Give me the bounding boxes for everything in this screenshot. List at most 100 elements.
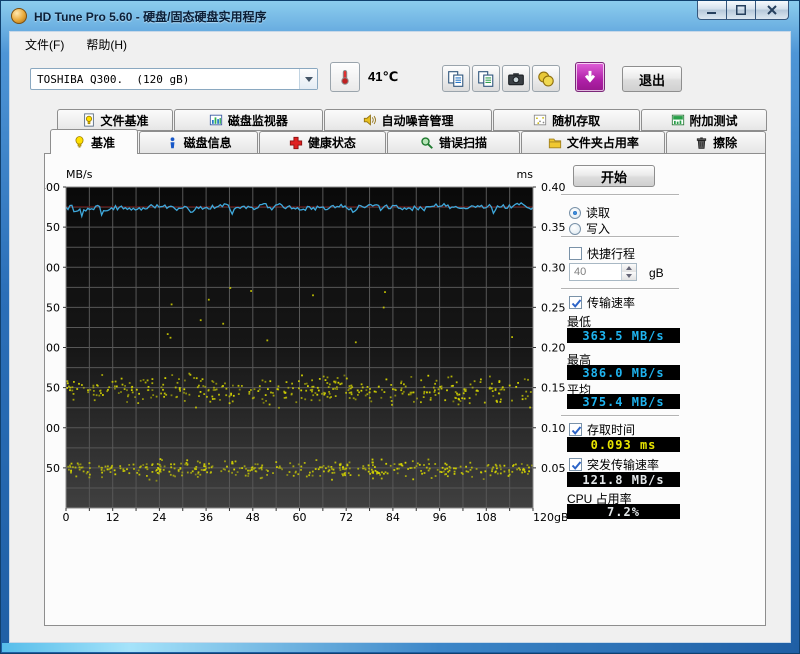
access-time-dot xyxy=(528,470,530,473)
access-time-dot xyxy=(336,377,339,379)
access-time-dot xyxy=(247,475,250,477)
access-time-dot xyxy=(518,467,520,470)
spinner-down-button[interactable] xyxy=(622,272,636,280)
access-time-dot xyxy=(95,394,98,397)
spinner-up-button[interactable] xyxy=(622,264,636,272)
combo-dropdown-button[interactable] xyxy=(299,69,317,89)
access-time-dot xyxy=(220,470,223,473)
access-time-dot xyxy=(212,381,215,383)
download-button[interactable] xyxy=(575,62,605,92)
short-stroke-size-spinner[interactable]: 40 xyxy=(569,263,637,281)
access-time-dot xyxy=(278,406,280,409)
titlebar[interactable]: HD Tune Pro 5.60 - 硬盘/固态硬盘实用程序 xyxy=(1,1,799,31)
access-time-checkbox[interactable]: 存取时间 xyxy=(569,421,635,438)
x-tick-label: 12 xyxy=(106,511,120,524)
access-time-dot xyxy=(318,378,321,380)
tab-aam[interactable]: 自动噪音管理 xyxy=(323,109,493,131)
access-time-dot xyxy=(527,473,529,475)
access-time-dot xyxy=(423,390,426,393)
start-button[interactable]: 开始 xyxy=(573,165,655,187)
access-time-dot xyxy=(404,385,407,388)
copy-text-button[interactable] xyxy=(442,65,470,92)
read-radio[interactable]: 读取 xyxy=(569,204,610,221)
copy-image-button[interactable] xyxy=(472,65,500,92)
access-time-dot xyxy=(381,388,383,391)
access-time-dot xyxy=(346,464,349,467)
access-time-dot xyxy=(468,397,471,399)
access-time-dot xyxy=(483,401,486,404)
access-time-dot xyxy=(183,388,186,391)
access-time-dot xyxy=(72,393,75,395)
avg-value: 375.4 MB/s xyxy=(567,394,680,409)
access-time-dot xyxy=(126,468,128,471)
tab-erase[interactable]: 擦除 xyxy=(666,131,766,154)
tab-random-access[interactable]: 随机存取 xyxy=(493,109,641,131)
access-time-dot xyxy=(170,466,173,469)
save-button[interactable] xyxy=(532,65,560,92)
temperature-button[interactable] xyxy=(330,62,360,92)
access-time-dot xyxy=(226,465,228,468)
access-time-dot xyxy=(423,392,425,395)
access-time-dot xyxy=(412,391,415,394)
exit-button[interactable]: 退出 xyxy=(622,66,682,92)
access-time-dot xyxy=(420,470,422,472)
menu-file[interactable]: 文件(F) xyxy=(14,32,75,57)
tab-error-scan[interactable]: 错误扫描 xyxy=(386,131,521,154)
access-time-dot xyxy=(222,322,225,325)
tab-disk-info[interactable]: 磁盘信息 xyxy=(139,131,259,154)
tab-health[interactable]: 健康状态 xyxy=(259,131,386,154)
minimize-button[interactable] xyxy=(697,1,727,20)
disk-monitor-icon xyxy=(209,114,222,126)
access-time-dot xyxy=(471,475,473,478)
access-time-dot xyxy=(215,388,218,391)
tab-folder-usage[interactable]: 文件夹占用率 xyxy=(521,131,666,154)
drive-selector[interactable]: TOSHIBA Q300. (120 gB) xyxy=(30,68,318,90)
access-time-dot xyxy=(294,471,297,474)
access-time-dot xyxy=(423,386,426,388)
access-time-dot xyxy=(206,471,208,474)
access-time-dot xyxy=(290,393,293,396)
access-time-dot xyxy=(452,400,455,403)
access-time-dot xyxy=(186,459,189,462)
access-time-dot xyxy=(158,470,161,473)
y-left-tick-label: 400 xyxy=(45,181,60,194)
screenshot-button[interactable] xyxy=(502,65,530,92)
access-time-dot xyxy=(416,462,419,465)
access-time-dot xyxy=(446,467,449,470)
access-time-dot xyxy=(169,473,172,476)
close-button[interactable] xyxy=(755,1,789,20)
transfer-rate-checkbox[interactable]: 传输速率 xyxy=(569,294,635,311)
access-time-dot xyxy=(145,463,148,466)
access-time-dot xyxy=(207,298,210,301)
separator xyxy=(561,194,679,196)
tab-file-benchmark[interactable]: 文件基准 xyxy=(57,109,174,131)
access-time-dot xyxy=(142,464,145,466)
menu-help[interactable]: 帮助(H) xyxy=(75,32,138,57)
access-time-dot xyxy=(440,387,443,390)
tab-extra-tests[interactable]: 附加测试 xyxy=(641,109,767,131)
access-time-dot xyxy=(364,468,367,471)
access-time-dot xyxy=(183,400,186,402)
access-time-dot xyxy=(98,465,100,468)
access-time-dot xyxy=(480,378,482,381)
short-stroke-checkbox[interactable]: 快捷行程 xyxy=(569,245,635,262)
access-time-dot xyxy=(139,379,142,382)
tab-disk-monitor[interactable]: 磁盘监视器 xyxy=(174,109,323,131)
access-time-dot xyxy=(68,468,70,471)
access-time-dot xyxy=(232,394,235,397)
write-radio[interactable]: 写入 xyxy=(569,220,610,237)
maximize-button[interactable] xyxy=(726,1,756,20)
access-time-dot xyxy=(396,472,399,475)
access-time-dot xyxy=(400,464,403,466)
access-time-dot xyxy=(169,336,172,339)
access-time-dot xyxy=(332,388,334,390)
access-time-dot xyxy=(498,392,501,395)
access-time-dot xyxy=(350,384,353,387)
tab-benchmark[interactable]: 基准 xyxy=(50,129,139,154)
access-time-dot xyxy=(147,386,150,388)
app-window: HD Tune Pro 5.60 - 硬盘/固态硬盘实用程序 文件(F) 帮助(… xyxy=(0,0,800,654)
burst-rate-checkbox[interactable]: 突发传输速率 xyxy=(569,456,659,473)
access-time-dot xyxy=(195,406,197,409)
access-time-dot xyxy=(283,390,286,393)
access-time-dot xyxy=(66,382,69,385)
